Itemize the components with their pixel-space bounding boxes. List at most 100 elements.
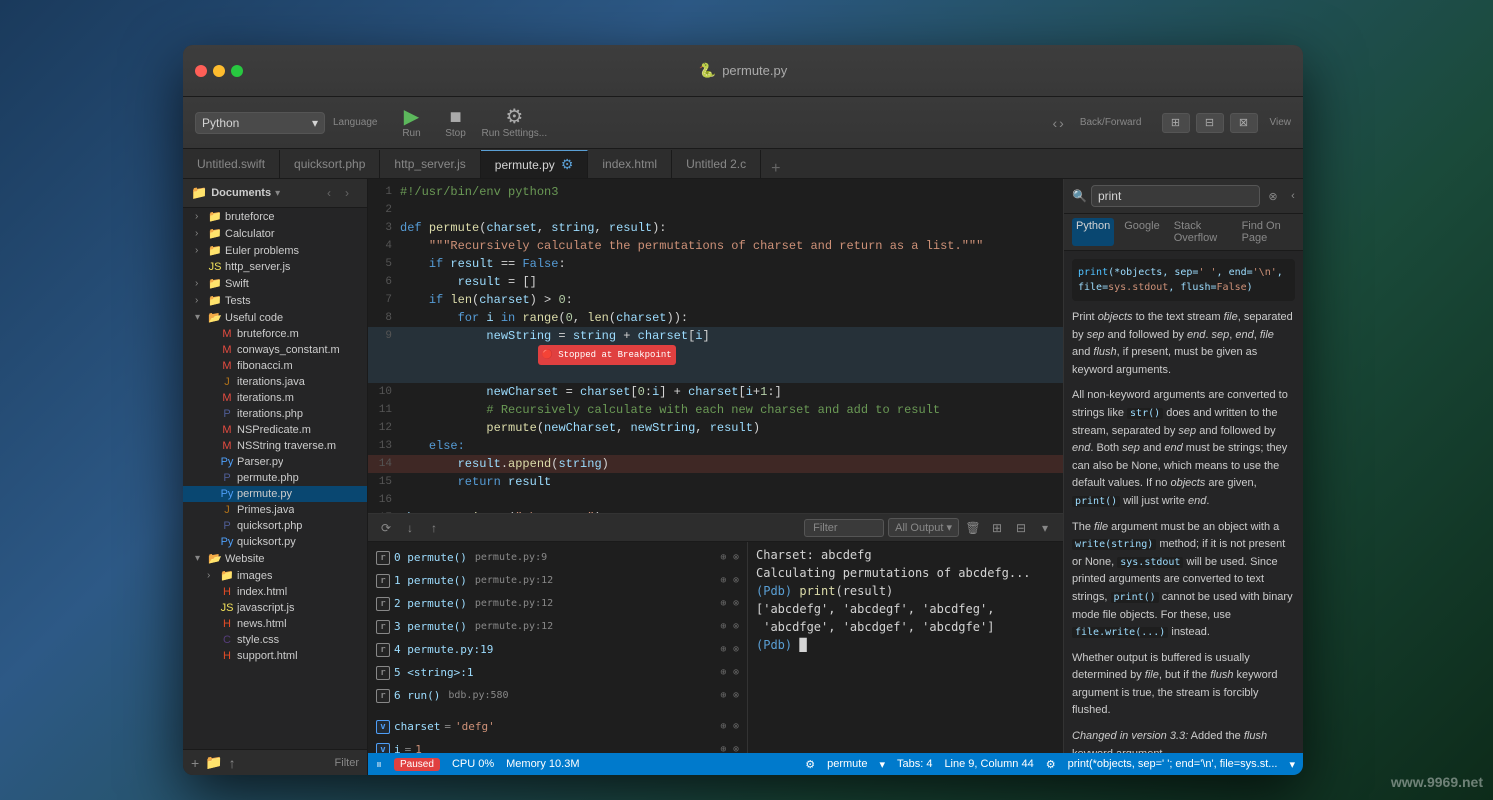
docs-tab-find[interactable]: Find On Page [1238,218,1295,246]
tab-untitled-swift[interactable]: Untitled.swift [183,150,280,178]
sidebar-item-parser[interactable]: › Py Parser.py [183,454,367,470]
add-folder-button[interactable]: 📁 [205,754,222,771]
docs-tab-stackoverflow[interactable]: Stack Overflow [1170,218,1232,246]
sidebar-item-fibonacci[interactable]: › M fibonacci.m [183,358,367,374]
tab-http-server-js[interactable]: http_server.js [380,150,480,178]
docs-content: print(*objects, sep=' ', end='\n', file=… [1064,251,1303,753]
code-line-2: 2 [368,201,1063,219]
tab-index-html[interactable]: index.html [588,150,672,178]
docs-tab-python[interactable]: Python [1072,218,1114,246]
debug-step-out[interactable]: ↑ [424,518,444,538]
folder-icon: 📁 [208,244,222,257]
sidebar-item-bruteforce[interactable]: › 📁 bruteforce [183,208,367,225]
stack-item-1[interactable]: r 1 permute() permute.py:12 ⊕ ⊗ [368,569,747,592]
stack-item-5[interactable]: r 5 <string>:1 ⊕ ⊗ [368,661,747,684]
code-editor[interactable]: 1 #!/usr/bin/env python3 2 3 def permute… [368,179,1063,513]
sidebar: 📁 Documents ▾ ‹ › › 📁 bruteforce [183,179,368,775]
tab-permute-py[interactable]: permute.py ⚙ [481,150,589,178]
language-selector[interactable]: Python ▾ [195,112,325,134]
file-m-icon: M [220,440,234,452]
sidebar-item-nsstring[interactable]: › M NSString traverse.m [183,438,367,454]
tab-untitled-2c[interactable]: Untitled 2.c [672,150,761,178]
sidebar-nav-right[interactable]: › [339,185,355,201]
filter-input-debug[interactable]: Filter [804,519,884,537]
file-php-icon: P [220,520,234,532]
sidebar-item-iterations-java[interactable]: › J iterations.java [183,374,367,390]
docs-search-input[interactable] [1091,185,1260,207]
sidebar-item-index-html[interactable]: › H index.html [183,584,367,600]
add-file-button[interactable]: + [191,755,199,771]
maximize-button[interactable] [231,65,243,77]
stack-item-3[interactable]: r 3 permute() permute.py:12 ⊕ ⊗ [368,615,747,638]
search-clear-button[interactable]: ⊗ [1264,187,1282,205]
debug-step-over[interactable]: ⟳ [376,518,396,538]
stack-icon: r [376,551,390,565]
output-select[interactable]: All Output ▾ [888,518,959,537]
debug-chevron[interactable]: ▾ [1035,518,1055,538]
sidebar-root-label: Documents [211,187,271,199]
signature-status: print(*objects, sep=' '; end='\n', file=… [1068,758,1278,771]
memory-status: Memory 10.3M [506,758,579,770]
sidebar-item-iterations-php[interactable]: › P iterations.php [183,406,367,422]
var-charset[interactable]: v charset = 'defg' ⊕ ⊗ [368,715,747,738]
sidebar-item-calculator[interactable]: › 📁 Calculator [183,225,367,242]
sidebar-item-support[interactable]: › H support.html [183,648,367,664]
pause-icon: ⏸ [376,757,382,772]
minimize-button[interactable] [213,65,225,77]
view-btn-1[interactable]: ⊞ [1162,113,1190,133]
code-line-15: 15 return result [368,473,1063,491]
stack-item-2[interactable]: r 2 permute() permute.py:12 ⊕ ⊗ [368,592,747,615]
sidebar-item-nspredicate[interactable]: › M NSPredicate.m [183,422,367,438]
debug-step-in[interactable]: ↓ [400,518,420,538]
code-line-8: 8 for i in range(0, len(charset)): [368,309,1063,327]
share-button[interactable]: ↑ [229,755,236,771]
debug-clear[interactable]: 🗑 [963,518,983,538]
stack-item-6[interactable]: r 6 run() bdb.py:580 ⊕ ⊗ [368,684,747,707]
tab-quicksort-php[interactable]: quicksort.php [280,150,380,178]
console-line-5: 'abcdfge', 'abcdgef', 'abcdgfe'] [756,618,1055,636]
sidebar-item-news[interactable]: › H news.html [183,616,367,632]
sidebar-item-primes[interactable]: › J Primes.java [183,502,367,518]
sidebar-item-style[interactable]: › C style.css [183,632,367,648]
file-html-icon: H [220,586,234,598]
sidebar-item-tests[interactable]: › 📁 Tests [183,292,367,309]
docs-tab-google[interactable]: Google [1120,218,1163,246]
sidebar-item-euler[interactable]: › 📁 Euler problems [183,242,367,259]
forward-button[interactable]: › [1059,115,1064,131]
view-label: View [1270,117,1292,128]
run-settings-button[interactable]: ⚙ Run Settings... [482,107,548,139]
search-prev-button[interactable]: ‹ [1284,187,1302,205]
back-button[interactable]: ‹ [1052,115,1057,131]
stop-button[interactable]: ■ Stop [438,107,474,139]
sidebar-nav-left[interactable]: ‹ [321,185,337,201]
cpu-status: CPU 0% [452,758,494,770]
stack-icon: r [376,689,390,703]
file-py-icon: Py [220,456,234,468]
file-js-icon: JS [208,261,222,273]
sidebar-item-iterations-m[interactable]: › M iterations.m [183,390,367,406]
var-i[interactable]: v i = 1 ⊕ ⊗ [368,738,747,753]
debug-layout-2[interactable]: ⊟ [1011,518,1031,538]
stack-item-0[interactable]: r 0 permute() permute.py:9 ⊕ ⊗ [368,546,747,569]
sidebar-item-images[interactable]: › 📁 images [183,567,367,584]
run-button[interactable]: ▶ Run [394,107,430,139]
view-btn-2[interactable]: ⊟ [1196,113,1224,133]
sidebar-item-conways[interactable]: › M conways_constant.m [183,342,367,358]
sidebar-item-permute-py[interactable]: › Py permute.py [183,486,367,502]
sidebar-item-javascript[interactable]: › JS javascript.js [183,600,367,616]
stack-item-4[interactable]: r 4 permute.py:19 ⊕ ⊗ [368,638,747,661]
close-button[interactable] [195,65,207,77]
sidebar-item-bruteforce-m[interactable]: › M bruteforce.m [183,326,367,342]
sidebar-item-quicksort-py[interactable]: › Py quicksort.py [183,534,367,550]
sidebar-item-swift[interactable]: › 📁 Swift [183,275,367,292]
view-btn-3[interactable]: ⊠ [1230,113,1258,133]
debug-layout-1[interactable]: ⊞ [987,518,1007,538]
sidebar-item-http-server[interactable]: › JS http_server.js [183,259,367,275]
sidebar-item-useful-code[interactable]: ▾ 📂 Useful code [183,309,367,326]
sidebar-item-permute-php[interactable]: › P permute.php [183,470,367,486]
status-bar: ⏸ Paused CPU 0% Memory 10.3M ⚙ permute ▾… [368,753,1303,775]
add-tab-button[interactable]: + [761,160,790,178]
sidebar-item-website[interactable]: ▾ 📂 Website [183,550,367,567]
sidebar-item-quicksort-php[interactable]: › P quicksort.php [183,518,367,534]
sidebar-folder-icon: 📁 [191,185,207,201]
